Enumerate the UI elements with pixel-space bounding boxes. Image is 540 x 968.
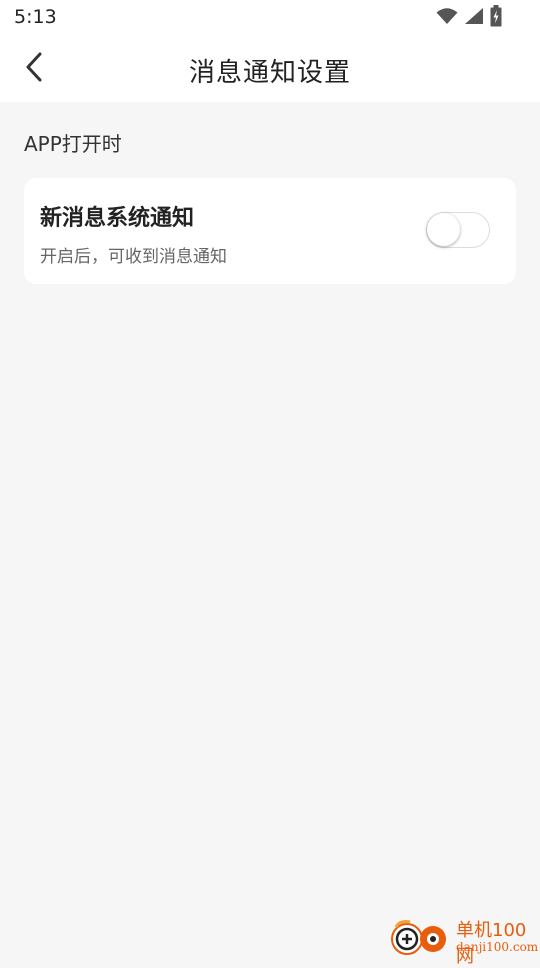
notification-toggle[interactable] xyxy=(426,212,490,248)
battery-charging-icon xyxy=(490,5,502,31)
setting-description: 开启后，可收到消息通知 xyxy=(40,247,227,267)
status-time: 5:13 xyxy=(14,6,57,28)
nav-bar: 消息通知设置 xyxy=(0,36,540,102)
status-bar: 5:13 xyxy=(0,0,540,36)
wifi-icon xyxy=(436,7,458,29)
watermark-url: danji100.com xyxy=(456,940,539,954)
toggle-knob xyxy=(427,213,460,246)
notification-setting-card: 新消息系统通知 开启后，可收到消息通知 xyxy=(24,178,516,284)
status-icons xyxy=(436,5,502,31)
cellular-signal-icon xyxy=(464,7,484,29)
watermark: 单机100网 danji100.com xyxy=(388,916,539,967)
section-header: APP打开时 xyxy=(24,132,122,156)
page-title: 消息通知设置 xyxy=(188,58,351,88)
danji100-logo xyxy=(388,918,454,956)
setting-title: 新消息系统通知 xyxy=(40,206,195,231)
